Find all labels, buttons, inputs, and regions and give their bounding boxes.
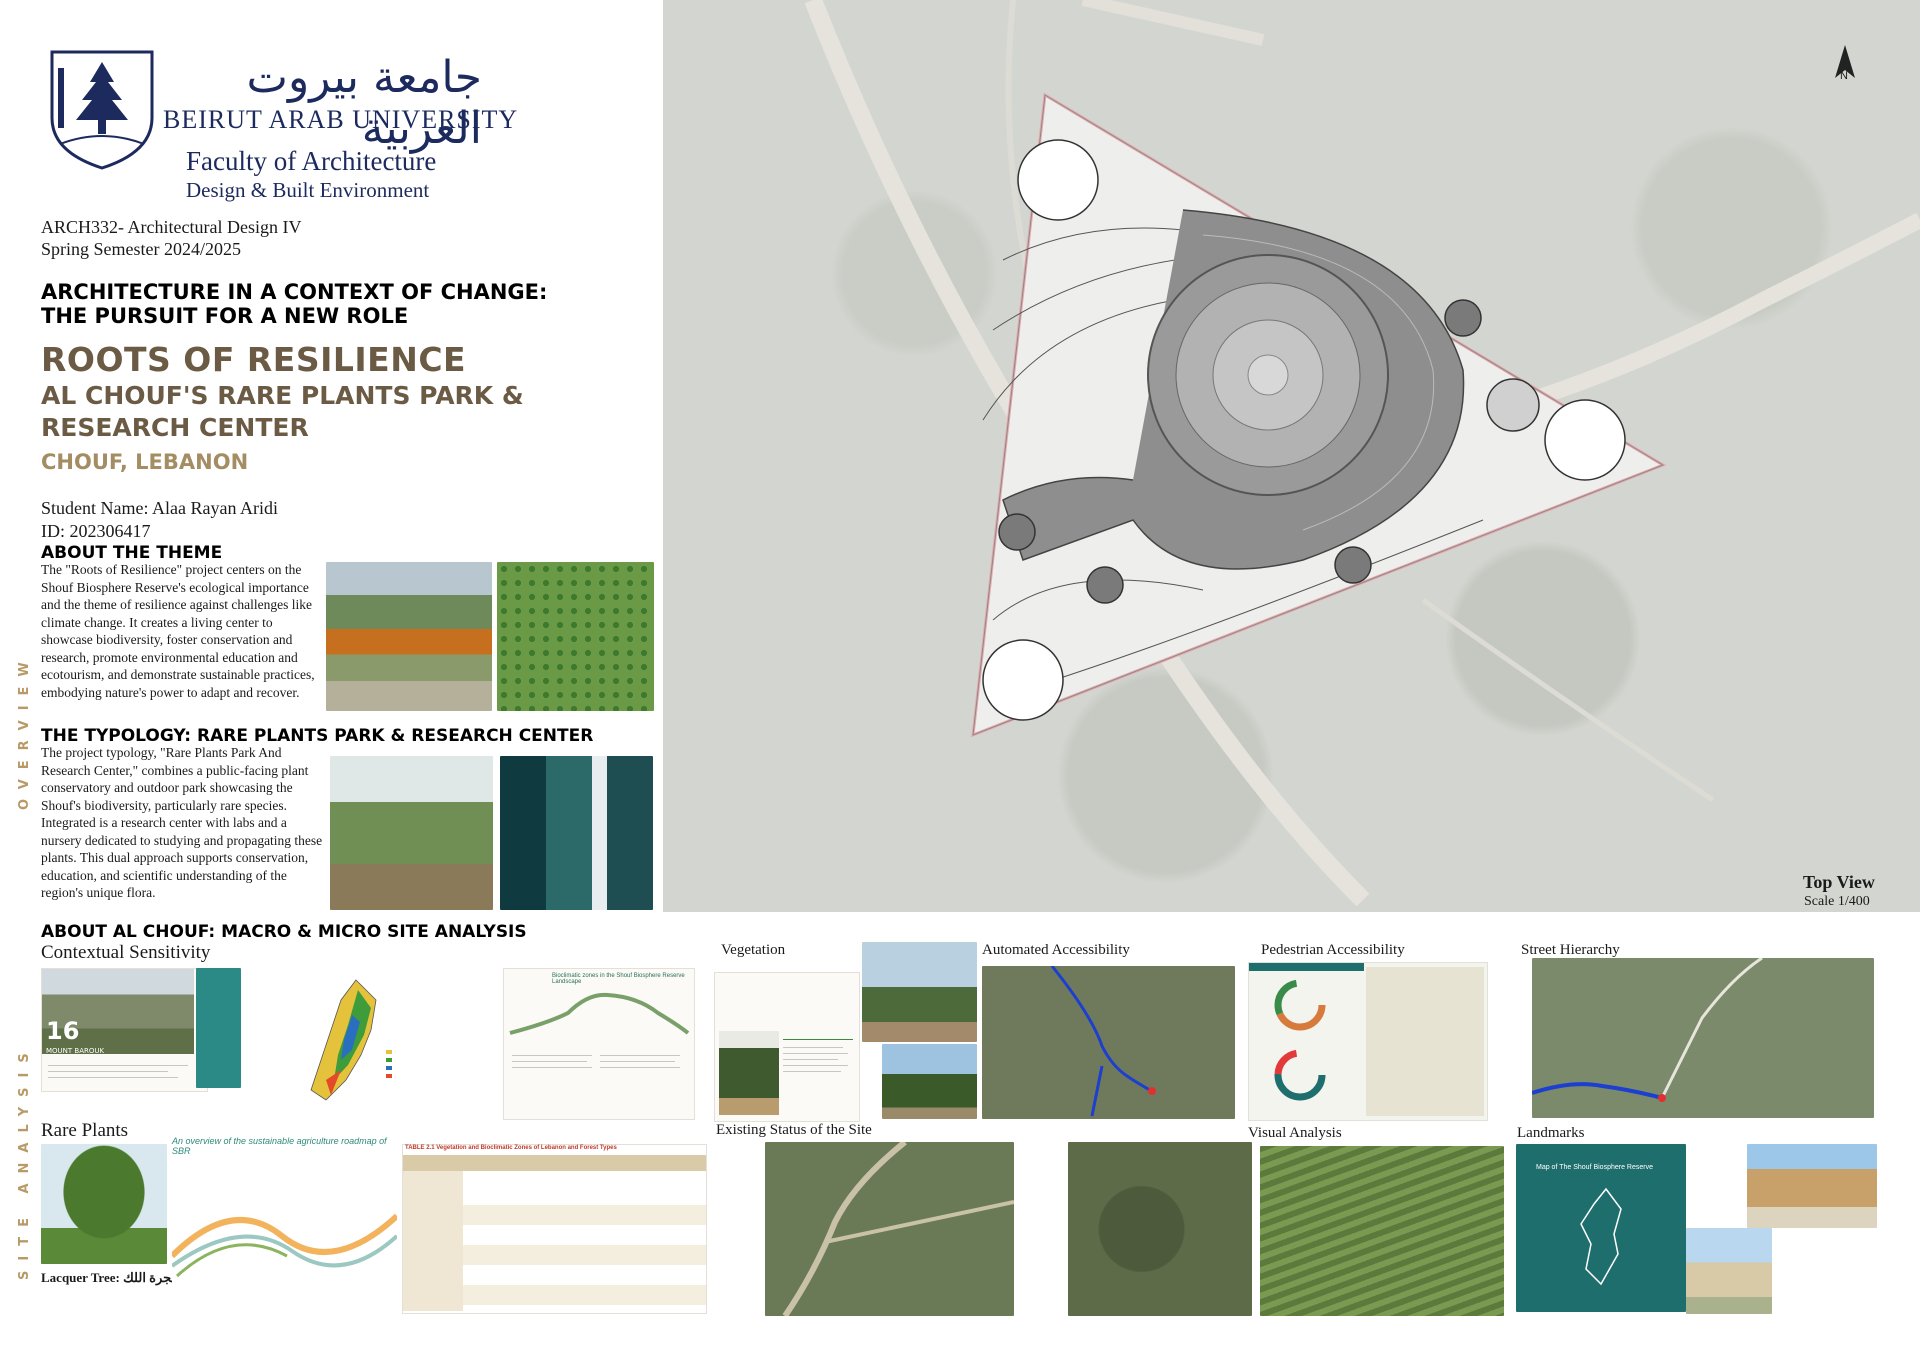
street-hierarchy-label: Street Hierarchy bbox=[1521, 942, 1620, 958]
theme-title-line1: ARCHITECTURE IN A CONTEXT OF CHANGE: bbox=[41, 280, 548, 304]
lebanon-location-map bbox=[196, 968, 241, 1088]
north-label: N bbox=[1840, 70, 1848, 82]
shouf-reserve-map: Map of The Shouf Biosphere Reserve bbox=[1516, 1144, 1686, 1312]
contextual-sensitivity-label: Contextual Sensitivity bbox=[41, 942, 211, 963]
lacquer-tree-caption: Lacquer Tree: شجرة اللك bbox=[41, 1270, 183, 1285]
university-arabic-name: جامعة بيروت العربية bbox=[246, 52, 482, 154]
vegetation-zones-table: TABLE 2.1 Vegetation and Bioclimatic Zon… bbox=[402, 1144, 707, 1314]
semester: Spring Semester 2024/2025 bbox=[41, 239, 241, 259]
mount-number: 16 bbox=[46, 1017, 80, 1045]
forest-aerial-photo bbox=[497, 562, 654, 711]
sbr-map-title: Map of The Shouf Biosphere Reserve bbox=[1536, 1164, 1653, 1171]
project-subtitle-line1: AL CHOUF'S RARE PLANTS PARK & bbox=[41, 381, 524, 410]
laboratory-photo bbox=[500, 756, 653, 910]
course-code: ARCH332- Architectural Design IV bbox=[41, 217, 302, 237]
about-theme-heading: ABOUT THE THEME bbox=[41, 543, 223, 563]
beiteddine-palace-photo bbox=[1747, 1144, 1877, 1228]
existing-status-photo bbox=[765, 1139, 1015, 1318]
about-theme-text: The "Roots of Resilience" project center… bbox=[41, 562, 315, 700]
cedar-hill-photo bbox=[862, 942, 977, 1042]
visual-analysis-photo-1 bbox=[1068, 1142, 1252, 1316]
street-hierarchy-map bbox=[1531, 956, 1874, 1118]
typology-text: The project typology, "Rare Plants Park … bbox=[41, 745, 323, 900]
vegetation-label: Vegetation bbox=[721, 942, 786, 958]
scale-label: Scale 1/400 bbox=[1804, 894, 1870, 909]
pedestrian-donut-charts bbox=[1274, 979, 1326, 1101]
sustainable-roadmap-sheet: An overview of the sustainable agricultu… bbox=[172, 1136, 397, 1312]
site-plan-map: N Top View Scale 1/400 bbox=[663, 0, 1920, 912]
site-plan-drawing bbox=[804, 0, 1920, 907]
visual-analysis-photo-2 bbox=[1260, 1146, 1504, 1316]
automated-accessibility-label: Automated Accessibility bbox=[982, 942, 1130, 958]
typology-heading: THE TYPOLOGY: RARE PLANTS PARK & RESEARC… bbox=[41, 726, 594, 746]
cedar-tree-wide-photo bbox=[882, 1044, 977, 1119]
vegetation-info-sheet bbox=[714, 972, 860, 1122]
top-view-label: Top View bbox=[1803, 872, 1875, 892]
cedar-crest-icon bbox=[50, 50, 154, 170]
student-id: ID: 202306417 bbox=[41, 521, 151, 541]
project-subtitle-line2: RESEARCH CENTER bbox=[41, 413, 309, 442]
faculty-name: Faculty of Architecture bbox=[186, 146, 437, 176]
pedestrian-accessibility-sheet bbox=[1248, 962, 1488, 1121]
mosque-landmark-photo bbox=[1686, 1228, 1772, 1314]
mount-name: MOUNT BAROUK bbox=[46, 1047, 105, 1055]
pedestrian-trail-map bbox=[1366, 967, 1484, 1116]
faculty-subtitle: Design & Built Environment bbox=[186, 178, 430, 202]
theme-title-line2: THE PURSUIT FOR A NEW ROLE bbox=[41, 304, 409, 328]
bioclimatic-section-graphic bbox=[509, 992, 690, 1035]
roadmap-title: An overview of the sustainable agricultu… bbox=[172, 1136, 387, 1156]
site-analysis-side-label: SITE ANALYSIS bbox=[17, 1043, 32, 1280]
site-analysis-heading: ABOUT AL CHOUF: MACRO & MICRO SITE ANALY… bbox=[41, 922, 527, 942]
landmarks-label: Landmarks bbox=[1517, 1125, 1585, 1141]
conservatory-photo bbox=[330, 756, 493, 910]
lebanon-vegetation-zones-map bbox=[286, 960, 436, 1115]
rare-plants-label: Rare Plants bbox=[41, 1120, 129, 1141]
cedar-tree-photo bbox=[719, 1031, 779, 1115]
visual-analysis-label: Visual Analysis bbox=[1248, 1125, 1342, 1141]
zones-map-graphic bbox=[310, 979, 392, 1101]
roadmap-graphic bbox=[172, 1213, 397, 1278]
student-name: Student Name: Alaa Rayan Aridi bbox=[41, 498, 278, 518]
project-location: CHOUF, LEBANON bbox=[41, 450, 249, 474]
automated-accessibility-map bbox=[982, 965, 1235, 1119]
lacquer-tree-photo bbox=[41, 1144, 167, 1264]
overview-side-label: OVERVIEW bbox=[17, 652, 32, 810]
bioclimatic-zones-sheet: Bioclimatic zones in the Shouf Biosphere… bbox=[503, 968, 695, 1120]
university-logo bbox=[46, 48, 158, 170]
project-title: ROOTS OF RESILIENCE bbox=[41, 340, 467, 379]
autumn-forest-photo bbox=[326, 562, 492, 711]
mount-barouk-card: 16 MOUNT BAROUK bbox=[41, 968, 208, 1092]
university-name: BEIRUT ARAB UNIVERSITY bbox=[163, 105, 519, 134]
table-title: TABLE 2.1 Vegetation and Bioclimatic Zon… bbox=[405, 1145, 617, 1151]
pedestrian-accessibility-label: Pedestrian Accessibility bbox=[1261, 942, 1405, 958]
sbr-outline-graphic bbox=[1580, 1187, 1622, 1286]
existing-status-label: Existing Status of the Site bbox=[716, 1122, 872, 1138]
